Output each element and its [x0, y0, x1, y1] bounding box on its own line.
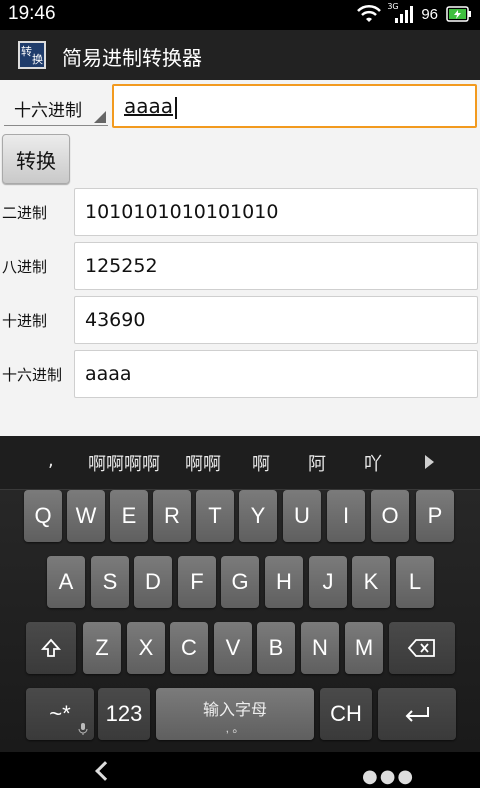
key-y[interactable]: Y: [239, 490, 277, 542]
status-icons: 3G 96: [357, 2, 472, 24]
app-icon: 转 换: [18, 41, 46, 69]
navigation-bar: ●●●: [0, 752, 480, 788]
key-j[interactable]: J: [309, 556, 347, 608]
symbols-key[interactable]: ~*: [26, 688, 94, 740]
key-u[interactable]: U: [283, 490, 321, 542]
mic-icon: [78, 723, 88, 735]
base-spinner[interactable]: 十六进制: [4, 88, 108, 126]
status-time: 19:46: [8, 3, 56, 24]
key-n[interactable]: N: [301, 622, 339, 674]
base-spinner-value: 十六进制: [14, 101, 82, 121]
enter-icon: [405, 707, 429, 722]
app-title: 简易进制转换器: [62, 46, 202, 70]
result-row-hex: 十六进制 aaaa: [0, 350, 480, 398]
candidate-item[interactable]: 啊: [252, 450, 270, 476]
key-o[interactable]: O: [371, 490, 409, 542]
result-label: 十进制: [2, 312, 48, 330]
symbols-key-label: ~*: [49, 701, 71, 726]
key-c[interactable]: C: [170, 622, 208, 674]
shift-key[interactable]: [26, 622, 76, 674]
key-a[interactable]: A: [47, 556, 85, 608]
result-row-decimal: 十进制 43690: [0, 296, 480, 344]
key-l[interactable]: L: [396, 556, 434, 608]
hex-output-field[interactable]: aaaa: [74, 350, 478, 398]
backspace-key[interactable]: [389, 622, 455, 674]
decimal-output-field[interactable]: 43690: [74, 296, 478, 344]
number-input[interactable]: aaaa: [112, 84, 477, 128]
key-g[interactable]: G: [221, 556, 259, 608]
soft-keyboard: , 啊啊啊啊 啊啊 啊 阿 吖 Q W E R T Y U I O P A S …: [0, 436, 480, 752]
key-s[interactable]: S: [91, 556, 129, 608]
result-value: 125252: [85, 255, 158, 277]
result-value: aaaa: [85, 363, 132, 385]
result-label: 十六进制: [2, 366, 63, 384]
space-key[interactable]: 输入字母 , 。: [156, 688, 314, 740]
candidate-item[interactable]: 啊啊啊啊: [88, 450, 160, 476]
candidate-item[interactable]: ,: [48, 450, 54, 471]
menu-dots-icon[interactable]: ●●●: [362, 766, 415, 787]
candidate-item[interactable]: 阿: [308, 450, 326, 476]
space-key-punctuation: , 。: [225, 721, 245, 735]
enter-key[interactable]: [378, 688, 456, 740]
network-type: 3G: [387, 2, 399, 11]
status-bar: 19:46 3G 96: [0, 0, 480, 30]
key-x[interactable]: X: [127, 622, 165, 674]
key-w[interactable]: W: [67, 490, 105, 542]
space-key-label: 输入字母: [202, 702, 267, 719]
key-r[interactable]: R: [153, 490, 191, 542]
text-cursor: [175, 97, 177, 119]
key-t[interactable]: T: [196, 490, 234, 542]
binary-output-field[interactable]: 1010101010101010: [74, 188, 478, 236]
result-value: 1010101010101010: [85, 201, 279, 223]
backspace-icon: [407, 639, 435, 657]
result-label: 八进制: [2, 258, 48, 276]
result-label: 二进制: [2, 204, 48, 222]
convert-button[interactable]: 转换: [2, 134, 70, 184]
key-h[interactable]: H: [265, 556, 303, 608]
number-input-value: aaaa: [124, 94, 174, 118]
language-key[interactable]: CH: [320, 688, 372, 740]
key-q[interactable]: Q: [24, 490, 62, 542]
candidate-item[interactable]: 啊啊: [185, 450, 221, 476]
key-v[interactable]: V: [214, 622, 252, 674]
back-icon[interactable]: [95, 761, 115, 781]
key-e[interactable]: E: [110, 490, 148, 542]
result-value: 43690: [85, 309, 146, 331]
action-bar: 转 换 简易进制转换器: [0, 30, 480, 80]
candidate-bar: , 啊啊啊啊 啊啊 啊 阿 吖: [0, 436, 480, 490]
battery-charging-icon: [446, 6, 471, 22]
key-k[interactable]: K: [352, 556, 390, 608]
result-row-binary: 二进制 1010101010101010: [0, 188, 480, 236]
numbers-key[interactable]: 123: [98, 688, 150, 740]
key-i[interactable]: I: [327, 490, 365, 542]
wifi-icon: [357, 4, 382, 22]
cell-signal-icon: 3G: [387, 2, 414, 24]
key-p[interactable]: P: [416, 490, 454, 542]
key-z[interactable]: Z: [83, 622, 121, 674]
key-m[interactable]: M: [345, 622, 383, 674]
converter-panel: 十六进制 aaaa 转换 二进制 1010101010101010 八进制 12…: [0, 80, 480, 436]
battery-level: 96: [421, 5, 438, 23]
candidate-more-icon[interactable]: [425, 455, 434, 469]
octal-output-field[interactable]: 125252: [74, 242, 478, 290]
result-row-octal: 八进制 125252: [0, 242, 480, 290]
key-d[interactable]: D: [134, 556, 172, 608]
key-b[interactable]: B: [257, 622, 295, 674]
candidate-item[interactable]: 吖: [364, 450, 382, 476]
spinner-arrow-icon: [94, 111, 106, 123]
shift-icon: [41, 638, 61, 657]
key-f[interactable]: F: [178, 556, 216, 608]
